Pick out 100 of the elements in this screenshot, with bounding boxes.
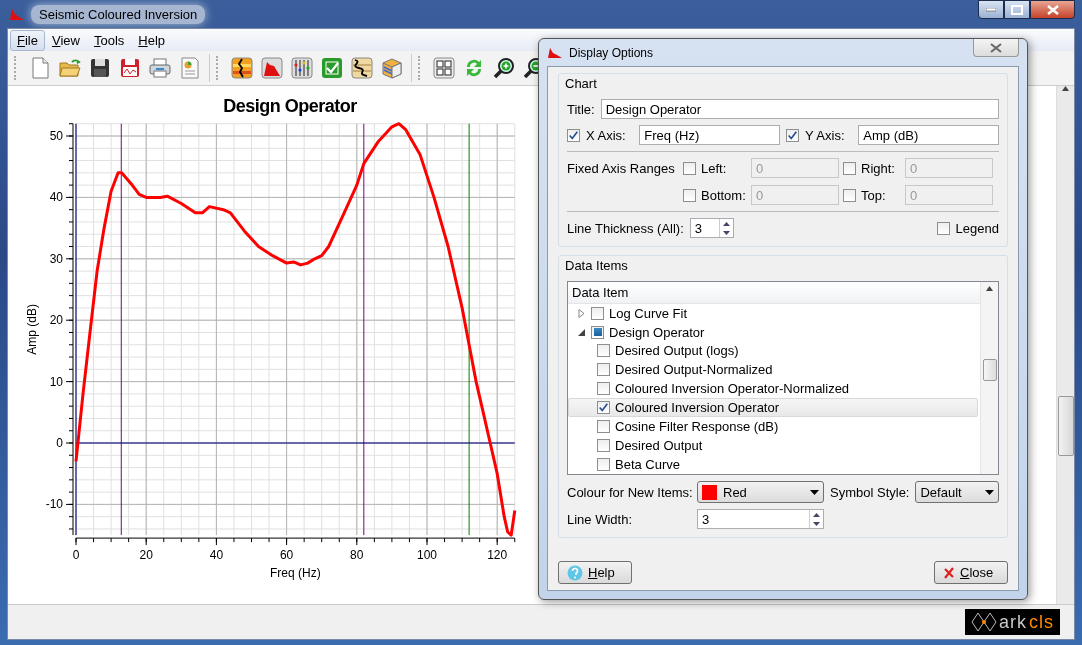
checkbox[interactable] — [597, 401, 610, 415]
spin-arrows[interactable] — [809, 510, 823, 528]
help-button[interactable]: Help — [558, 561, 632, 584]
tree-item[interactable]: Coloured Inversion Operator — [568, 398, 978, 418]
width-field[interactable]: 3 — [697, 509, 824, 529]
close-button[interactable]: Close — [934, 561, 1008, 584]
checkbox[interactable] — [597, 382, 610, 396]
app-icon — [9, 7, 25, 21]
range-label: Right: — [861, 160, 896, 176]
spectrum-icon[interactable] — [260, 56, 284, 80]
checkbox[interactable] — [597, 458, 610, 471]
scroll-thumb[interactable] — [1057, 396, 1074, 456]
collapse-icon[interactable] — [577, 327, 586, 337]
axis-field[interactable]: Amp (dB) — [858, 125, 999, 145]
checkbox[interactable] — [786, 128, 799, 142]
minimize-icon — [986, 7, 996, 12]
menu-item[interactable]: View — [44, 29, 87, 51]
group-label: Chart — [565, 76, 597, 91]
range-label: Left: — [701, 160, 728, 176]
grid-icon[interactable] — [432, 56, 456, 80]
checkbox[interactable] — [597, 344, 610, 358]
tick-label: 80 — [350, 548, 364, 563]
tick-label: 120 — [487, 548, 508, 563]
maximize-button[interactable] — [1004, 0, 1030, 19]
dialog-title: Display Options — [569, 45, 654, 60]
symbol-label: Symbol Style: — [830, 484, 910, 500]
range-label: Bottom: — [701, 187, 747, 203]
save-chart-icon[interactable] — [118, 56, 142, 80]
zoom-in-icon[interactable] — [492, 56, 516, 80]
checkbox[interactable] — [567, 128, 580, 142]
title-field[interactable]: Design Operator — [600, 99, 999, 119]
help-icon — [567, 564, 583, 581]
width-label: Line Width: — [567, 511, 634, 527]
tick-label: 60 — [279, 548, 294, 563]
close-button[interactable] — [1030, 0, 1075, 19]
wiggle-icon[interactable] — [350, 56, 374, 80]
minimize-button[interactable] — [978, 0, 1004, 19]
caret-icon — [985, 489, 994, 495]
printer-icon[interactable] — [148, 56, 172, 80]
thickness-field[interactable]: 3 — [689, 218, 734, 238]
thickness-label: Line Thickness (All): — [567, 220, 684, 236]
window-title: Seismic Coloured Inversion — [31, 4, 206, 24]
tree-item-label: Desired Output (logs) — [615, 343, 739, 359]
menu-item[interactable]: Tools — [86, 29, 132, 51]
maximize-icon — [1011, 4, 1023, 15]
cube-icon[interactable] — [380, 56, 404, 80]
spin-arrows[interactable] — [718, 219, 733, 237]
checkbox[interactable] — [936, 221, 950, 235]
check-icon[interactable] — [320, 56, 344, 80]
menu-item[interactable]: File — [10, 29, 45, 51]
tree-item[interactable]: Desired Output (logs) — [568, 341, 978, 361]
logo: arkcls — [965, 609, 1060, 635]
scroll-thumb[interactable] — [982, 359, 997, 381]
tick-label: 50 — [49, 129, 63, 143]
ranges-label: Fixed Axis Ranges — [567, 160, 676, 176]
trace-icon[interactable] — [230, 56, 254, 80]
tree-item[interactable]: Cosine Filter Response (dB) — [568, 417, 978, 437]
diamond-icon — [971, 612, 997, 632]
axis-field[interactable]: Freq (Hz) — [639, 125, 780, 145]
colour-label: Colour for New Items: — [567, 484, 691, 500]
scroll-up-icon[interactable] — [986, 286, 993, 291]
tick-label: 0 — [56, 436, 63, 450]
group-label: Data Items — [565, 258, 628, 273]
colour-dropdown[interactable]: Red — [697, 481, 824, 503]
tree-item[interactable]: Log Curve Fit — [568, 303, 978, 323]
menu-item[interactable]: Help — [131, 29, 173, 51]
y-axis-label: Amp (dB) — [25, 304, 39, 355]
tree-item-label: Log Curve Fit — [609, 305, 688, 321]
tree-item-label: Design Operator — [609, 324, 705, 340]
tree-item[interactable]: Beta Curve — [568, 455, 978, 474]
close-icon — [943, 566, 955, 579]
checkbox[interactable] — [591, 325, 604, 339]
tick-label: 30 — [49, 251, 63, 266]
title-label: Title: — [567, 101, 595, 117]
app-icon — [547, 46, 563, 59]
checkbox[interactable] — [591, 306, 604, 320]
tree-item[interactable]: Design Operator — [568, 322, 978, 342]
symbol-dropdown[interactable]: Default — [915, 481, 999, 503]
tick-label: 40 — [209, 548, 224, 563]
report-icon[interactable] — [178, 56, 202, 80]
tree-item-label: Coloured Inversion Operator-Normalized — [615, 381, 850, 397]
tick-label: -10 — [45, 497, 63, 512]
expand-icon[interactable] — [577, 308, 586, 318]
save-icon[interactable] — [88, 56, 112, 80]
checkbox[interactable] — [597, 363, 610, 377]
tree-item[interactable]: Desired Output — [568, 436, 978, 456]
scrollbar[interactable] — [980, 282, 998, 474]
sliders-icon[interactable] — [290, 56, 314, 80]
checkbox[interactable] — [597, 439, 610, 453]
chart-title: Design Operator — [223, 96, 357, 116]
tick-label: 20 — [139, 548, 153, 563]
caret-icon — [810, 489, 819, 495]
tree-item-label: Desired Output — [615, 438, 703, 454]
checkbox[interactable] — [597, 420, 610, 434]
tick-label: 10 — [49, 374, 63, 389]
scrollbar[interactable] — [1056, 86, 1074, 604]
tree-item-label: Coloured Inversion Operator — [615, 400, 780, 416]
tree-item[interactable]: Desired Output-Normalized — [568, 360, 978, 380]
tree-item[interactable]: Coloured Inversion Operator-Normalized — [568, 379, 978, 399]
axis-label: Y Axis: — [805, 127, 846, 143]
